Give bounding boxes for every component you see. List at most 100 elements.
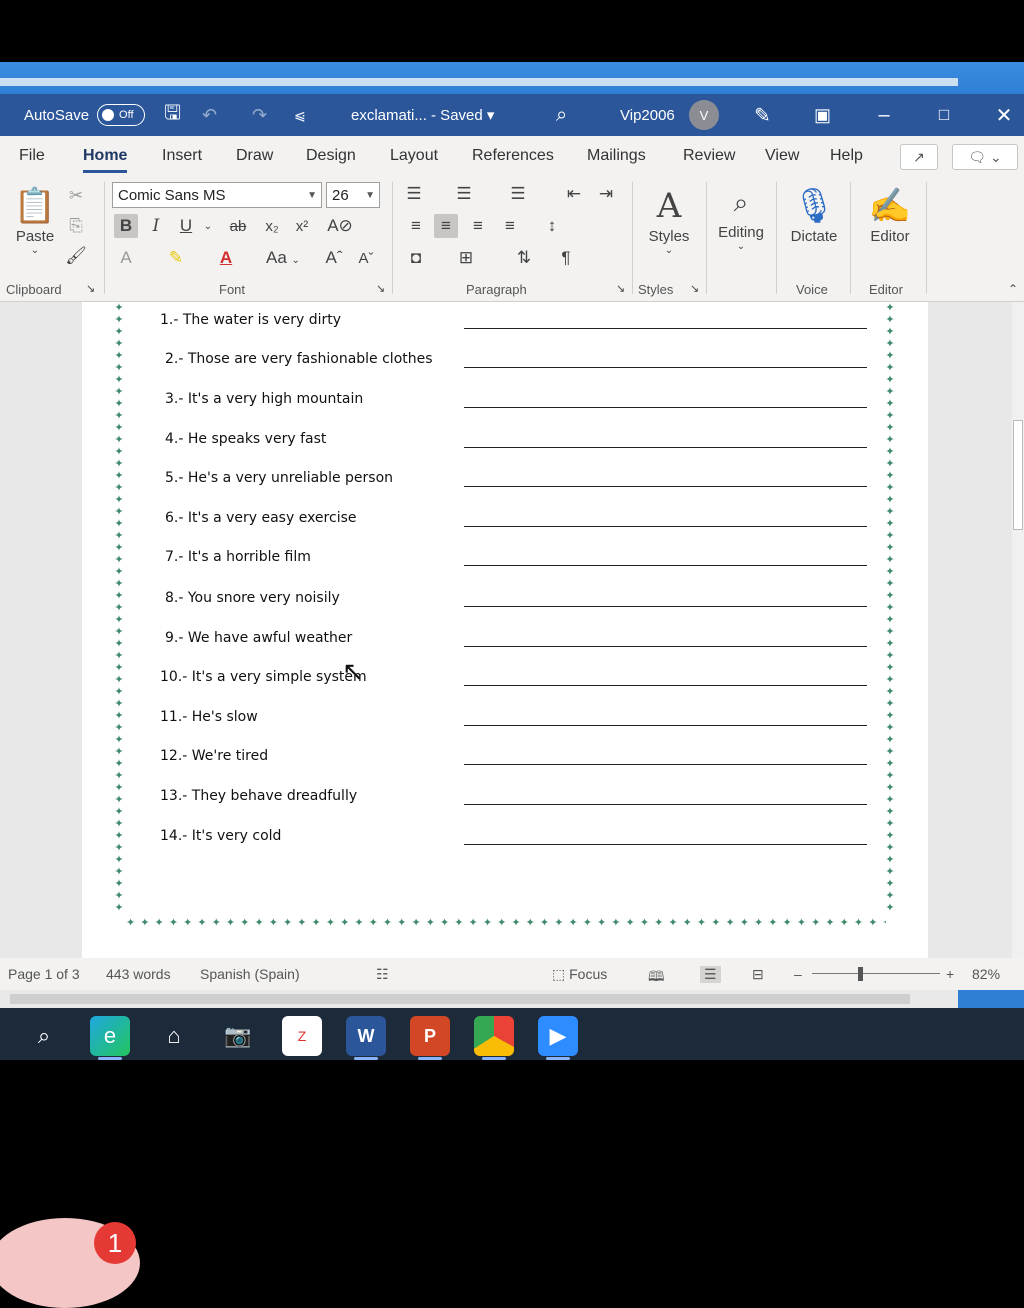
underline-dropdown-icon[interactable]: ⌄: [196, 214, 220, 238]
show-marks-icon[interactable]: ¶: [554, 246, 578, 270]
tab-home[interactable]: Home: [83, 147, 128, 173]
highlight-icon[interactable]: ✎: [164, 246, 188, 270]
powerpoint-icon[interactable]: P: [410, 1016, 450, 1060]
change-case-button[interactable]: Aa ⌄: [266, 248, 300, 268]
editing-button[interactable]: ⌕ Editing ⌄: [712, 180, 770, 252]
maximize-button[interactable]: □: [924, 94, 964, 136]
font-size-select[interactable]: 26 ▼: [326, 182, 380, 208]
bold-button[interactable]: B: [114, 214, 138, 238]
tab-view[interactable]: View: [765, 147, 799, 165]
web-layout-icon[interactable]: ⊟: [752, 966, 764, 983]
shrink-font-icon[interactable]: Aˇ: [354, 246, 378, 270]
underline-button[interactable]: U: [174, 214, 198, 238]
font-name-select[interactable]: Comic Sans MS ▼: [112, 182, 322, 208]
store-icon[interactable]: ⌂: [154, 1016, 194, 1056]
tab-design[interactable]: Design: [306, 147, 356, 165]
zoom-slider[interactable]: [812, 973, 940, 974]
share-icon[interactable]: ↗: [900, 144, 938, 170]
customize-qat-icon[interactable]: ⩿: [294, 94, 306, 136]
search-icon[interactable]: ⌕: [556, 94, 567, 136]
align-right-icon[interactable]: ≡: [466, 214, 490, 238]
minimize-button[interactable]: –: [864, 94, 904, 136]
subscript-button[interactable]: x₂: [260, 214, 284, 238]
zoom-in-icon[interactable]: +: [946, 966, 954, 982]
superscript-button[interactable]: x²: [290, 214, 314, 238]
collapse-ribbon-icon[interactable]: ⌃: [1008, 282, 1018, 296]
zoom-meetings-icon[interactable]: ▶: [538, 1016, 578, 1060]
tab-insert[interactable]: Insert: [162, 147, 202, 165]
page-border-right: ✦ ✦ ✦ ✦ ✦ ✦ ✦ ✦ ✦ ✦ ✦ ✦ ✦ ✦ ✦ ✦ ✦ ✦ ✦ ✦ ✦ ✦ ✦ ✦ ✦ ✦ ✦ ✦ ✦ ✦ ✦ ✦ ✦ ✦ ✦ ✦ ✦ ✦ ✦ ✦…: [885, 302, 895, 914]
editor-button[interactable]: ✍ Editor: [862, 184, 918, 245]
print-layout-icon[interactable]: ☰: [700, 966, 721, 983]
font-dialog-launcher-icon[interactable]: ↘: [376, 282, 385, 295]
grow-font-icon[interactable]: Aˆ: [322, 246, 346, 270]
paste-button[interactable]: 📋 Paste ⌄: [12, 184, 58, 256]
align-center-icon[interactable]: ≡: [434, 214, 458, 238]
zoom-level[interactable]: 82%: [972, 966, 1000, 982]
tab-layout[interactable]: Layout: [390, 147, 438, 165]
redo-icon[interactable]: ↷: [252, 94, 267, 136]
sentence-7: 7.- It's a horrible film: [165, 549, 311, 565]
save-icon[interactable]: 🖫: [164, 94, 181, 136]
tab-file[interactable]: File: [19, 147, 45, 165]
tab-help[interactable]: Help: [830, 147, 863, 165]
font-color-icon[interactable]: A: [214, 246, 238, 270]
ribbon-display-icon[interactable]: ▣: [814, 94, 831, 136]
numbering-icon[interactable]: ☰: [452, 182, 476, 206]
styles-dialog-launcher-icon[interactable]: ↘: [690, 282, 699, 295]
bullets-icon[interactable]: ☰: [402, 182, 426, 206]
language[interactable]: Spanish (Spain): [200, 966, 300, 982]
zoom-slider-thumb[interactable]: [858, 967, 863, 981]
document-title[interactable]: exclamati... - Saved ▾: [351, 94, 494, 136]
tab-review[interactable]: Review: [683, 147, 735, 165]
sentence-11: 11.- He's slow: [160, 709, 258, 725]
text-effects-icon[interactable]: A: [114, 246, 138, 270]
camera-icon[interactable]: 📷: [218, 1016, 258, 1056]
strikethrough-button[interactable]: ab: [226, 214, 250, 238]
user-name[interactable]: Vip2006: [620, 94, 675, 136]
zoom-app-icon[interactable]: Z: [282, 1016, 322, 1056]
document-page[interactable]: ✦ ✦ ✦ ✦ ✦ ✦ ✦ ✦ ✦ ✦ ✦ ✦ ✦ ✦ ✦ ✦ ✦ ✦ ✦ ✦ ✦ ✦ ✦ ✦ ✦ ✦ ✦ ✦ ✦ ✦ ✦ ✦ ✦ ✦ ✦ ✦ ✦ ✦ ✦ ✦…: [82, 302, 928, 958]
paragraph-dialog-launcher-icon[interactable]: ↘: [616, 282, 625, 295]
align-left-icon[interactable]: ≡: [404, 214, 428, 238]
undo-icon[interactable]: ↶: [202, 94, 217, 136]
taskbar: ⌕ e ⌂ 📷 Z W P ▶: [0, 1008, 1024, 1060]
justify-icon[interactable]: ≡: [498, 214, 522, 238]
search-icon[interactable]: ⌕: [24, 1016, 64, 1056]
styles-button[interactable]: A Styles ⌄: [642, 184, 696, 256]
word-icon[interactable]: W: [346, 1016, 386, 1060]
close-button[interactable]: ✕: [984, 94, 1024, 136]
comments-icon[interactable]: 🗨 ⌄: [952, 144, 1018, 170]
dialog-launcher-icon[interactable]: ↘: [86, 282, 95, 295]
edge-icon[interactable]: e: [90, 1016, 130, 1060]
copy-icon[interactable]: ⎘: [64, 214, 88, 238]
increase-indent-icon[interactable]: ⇥: [594, 182, 618, 206]
page-count[interactable]: Page 1 of 3: [8, 966, 80, 982]
tab-references[interactable]: References: [472, 147, 554, 165]
read-mode-icon[interactable]: 🕮: [648, 966, 665, 990]
cut-icon[interactable]: ✂: [64, 184, 88, 208]
dictate-button[interactable]: 🎙 Dictate: [786, 184, 842, 245]
zoom-out-icon[interactable]: –: [794, 966, 802, 982]
borders-icon[interactable]: ⊞: [454, 246, 478, 270]
accessibility-icon[interactable]: ☷: [376, 966, 389, 983]
chrome-icon[interactable]: [474, 1016, 514, 1060]
tab-mailings[interactable]: Mailings: [587, 147, 646, 165]
line-spacing-icon[interactable]: ↕: [540, 214, 564, 238]
multilevel-list-icon[interactable]: ☰: [506, 182, 530, 206]
vertical-scrollbar[interactable]: [1012, 302, 1024, 958]
format-painter-icon[interactable]: 🖌: [64, 244, 88, 268]
clear-formatting-icon[interactable]: A⊘: [327, 214, 353, 238]
autosave[interactable]: AutoSave Off: [24, 94, 146, 136]
pen-icon[interactable]: ✎: [754, 94, 771, 136]
shading-icon[interactable]: ◘: [404, 246, 428, 270]
autosave-toggle[interactable]: Off: [97, 104, 146, 126]
word-count[interactable]: 443 words: [106, 966, 171, 982]
focus-button[interactable]: ⬚ Focus: [552, 966, 607, 983]
italic-button[interactable]: I: [144, 214, 168, 238]
avatar[interactable]: V: [689, 100, 719, 130]
tab-draw[interactable]: Draw: [236, 147, 273, 165]
horizontal-scrollbar[interactable]: [0, 990, 1024, 1008]
decrease-indent-icon[interactable]: ⇤: [562, 182, 586, 206]
sort-icon[interactable]: ⇅: [512, 246, 536, 270]
